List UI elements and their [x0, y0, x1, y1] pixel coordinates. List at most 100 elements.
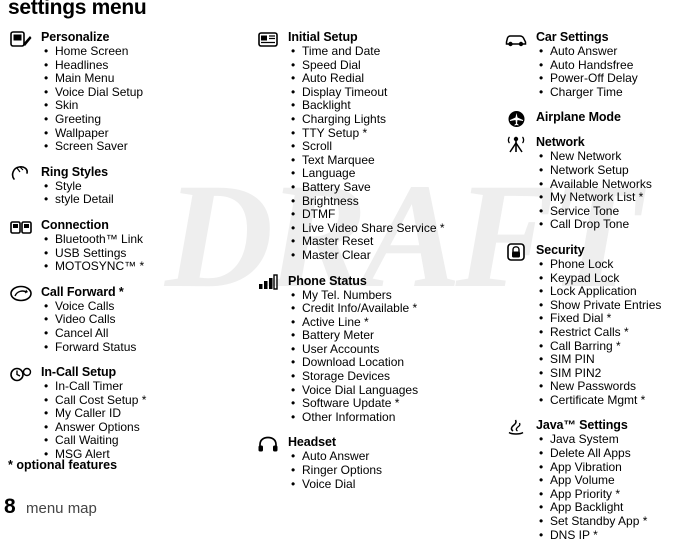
list-item[interactable]: Charging Lights	[288, 112, 470, 127]
list-item[interactable]: Available Networks	[536, 177, 681, 192]
list-item[interactable]: Cancel All	[41, 326, 223, 341]
list-item[interactable]: Backlight	[288, 98, 470, 113]
list-item[interactable]: Software Update *	[288, 396, 470, 411]
menu-group-java-settings: Java™ Settings Java System Delete All Ap…	[503, 418, 681, 542]
list-item[interactable]: Service Tone	[536, 204, 681, 219]
menu-group-network: Network New Network Network Setup Availa…	[503, 135, 681, 232]
list-item[interactable]: SIM PIN	[536, 352, 681, 367]
list-item[interactable]: Screen Saver	[41, 139, 223, 154]
list-item[interactable]: New Network	[536, 149, 681, 164]
list-item[interactable]: Master Clear	[288, 248, 470, 263]
menu-group-heading: Phone Status	[288, 273, 367, 288]
list-item[interactable]: SIM PIN2	[536, 366, 681, 381]
list-item[interactable]: DNS IP *	[536, 528, 681, 543]
list-item[interactable]: Ringer Options	[288, 463, 470, 478]
list-item[interactable]: Voice Dial	[288, 477, 470, 492]
list-item[interactable]: Live Video Share Service *	[288, 221, 470, 236]
list-item[interactable]: Battery Meter	[288, 328, 470, 343]
list-item[interactable]: User Accounts	[288, 342, 470, 357]
list-item[interactable]: Network Setup	[536, 163, 681, 178]
list-item[interactable]: Main Menu	[41, 71, 223, 86]
list-item[interactable]: My Network List *	[536, 190, 681, 205]
list-item[interactable]: Speed Dial	[288, 58, 470, 73]
list-item[interactable]: Java System	[536, 432, 681, 447]
list-item[interactable]: Brightness	[288, 194, 470, 209]
list-item[interactable]: Scroll	[288, 139, 470, 154]
list-item[interactable]: Download Location	[288, 355, 470, 370]
list-item[interactable]: style Detail	[41, 192, 223, 207]
list-item[interactable]: Call Waiting	[41, 433, 223, 448]
list-item[interactable]: Time and Date	[288, 44, 470, 59]
list-item[interactable]: Style	[41, 179, 223, 194]
list-item[interactable]: Video Calls	[41, 312, 223, 327]
list-item[interactable]: Headlines	[41, 58, 223, 73]
list-item[interactable]: App Backlight	[536, 500, 681, 515]
list-item[interactable]: Call Cost Setup *	[41, 393, 223, 408]
list-item[interactable]: Battery Save	[288, 180, 470, 195]
list-item[interactable]: Set Standby App *	[536, 514, 681, 529]
menu-group-security: Security Phone Lock Keypad Lock Lock App…	[503, 243, 681, 408]
list-item[interactable]: Active Line *	[288, 315, 470, 330]
list-item[interactable]: Wallpaper	[41, 126, 223, 141]
menu-group-initial-setup: Initial Setup Time and Date Speed Dial A…	[255, 30, 470, 263]
list-item[interactable]: Home Screen	[41, 44, 223, 59]
list-item[interactable]: My Caller ID	[41, 406, 223, 421]
list-item[interactable]: Display Timeout	[288, 85, 470, 100]
list-item[interactable]: Call Drop Tone	[536, 217, 681, 232]
list-item[interactable]: Voice Dial Setup	[41, 85, 223, 100]
list-item[interactable]: Voice Dial Languages	[288, 383, 470, 398]
list-item[interactable]: Auto Handsfree	[536, 58, 681, 73]
page-number: 8	[4, 495, 16, 518]
list-item[interactable]: Auto Redial	[288, 71, 470, 86]
menu-item-list: Java System Delete All Apps App Vibratio…	[536, 432, 681, 543]
list-item[interactable]: Language	[288, 166, 470, 181]
list-item[interactable]: Lock Application	[536, 284, 681, 299]
list-item[interactable]: New Passwords	[536, 379, 681, 394]
list-item[interactable]: Power-Off Delay	[536, 71, 681, 86]
list-item[interactable]: Voice Calls	[41, 299, 223, 314]
list-item[interactable]: Credit Info/Available *	[288, 301, 470, 316]
menu-group-airplane-mode: Airplane Mode	[503, 110, 681, 128]
menu-group-car-settings: Car Settings Auto Answer Auto Handsfree …	[503, 30, 681, 99]
list-item[interactable]: Auto Answer	[288, 449, 470, 464]
menu-item-list: New Network Network Setup Available Netw…	[536, 149, 681, 232]
list-item[interactable]: Other Information	[288, 410, 470, 425]
menu-group-ring-styles: Ring Styles Style style Detail	[8, 165, 223, 207]
list-item[interactable]: DTMF	[288, 207, 470, 222]
list-item[interactable]: Call Barring *	[536, 339, 681, 354]
list-item[interactable]: Keypad Lock	[536, 271, 681, 286]
menu-group-phone-status: Phone Status My Tel. Numbers Credit Info…	[255, 274, 470, 425]
in-call-setup-icon	[8, 364, 34, 384]
list-item[interactable]: Master Reset	[288, 234, 470, 249]
list-item[interactable]: App Volume	[536, 473, 681, 488]
list-item[interactable]: App Vibration	[536, 460, 681, 475]
list-item[interactable]: Text Marquee	[288, 153, 470, 168]
list-item[interactable]: Auto Answer	[536, 44, 681, 59]
menu-group-heading: Call Forward *	[41, 284, 124, 299]
list-item[interactable]: MOTOSYNC™ *	[41, 259, 223, 274]
list-item[interactable]: Fixed Dial *	[536, 311, 681, 326]
list-item[interactable]: Restrict Calls *	[536, 325, 681, 340]
list-item[interactable]: Forward Status	[41, 340, 223, 355]
list-item[interactable]: Bluetooth™ Link	[41, 232, 223, 247]
list-item[interactable]: Phone Lock	[536, 257, 681, 272]
list-item[interactable]: My Tel. Numbers	[288, 288, 470, 303]
list-item[interactable]: Show Private Entries	[536, 298, 681, 313]
list-item[interactable]: Storage Devices	[288, 369, 470, 384]
list-item[interactable]: Skin	[41, 98, 223, 113]
list-item[interactable]: TTY Setup *	[288, 126, 470, 141]
list-item[interactable]: In-Call Timer	[41, 379, 223, 394]
list-item[interactable]: Answer Options	[41, 420, 223, 435]
list-item[interactable]: Delete All Apps	[536, 446, 681, 461]
network-icon	[503, 134, 529, 154]
list-item[interactable]: Greeting	[41, 112, 223, 127]
menu-group-personalize: Personalize Home Screen Headlines Main M…	[8, 30, 223, 154]
menu-group-heading: Security	[536, 242, 585, 257]
menu-item-list: Time and Date Speed Dial Auto Redial Dis…	[288, 44, 470, 263]
list-item[interactable]: USB Settings	[41, 246, 223, 261]
list-item[interactable]: Charger Time	[536, 85, 681, 100]
menu-group-heading: Personalize	[41, 30, 110, 44]
list-item[interactable]: Certificate Mgmt *	[536, 393, 681, 408]
menu-group-heading: Connection	[41, 217, 109, 232]
list-item[interactable]: App Priority *	[536, 487, 681, 502]
